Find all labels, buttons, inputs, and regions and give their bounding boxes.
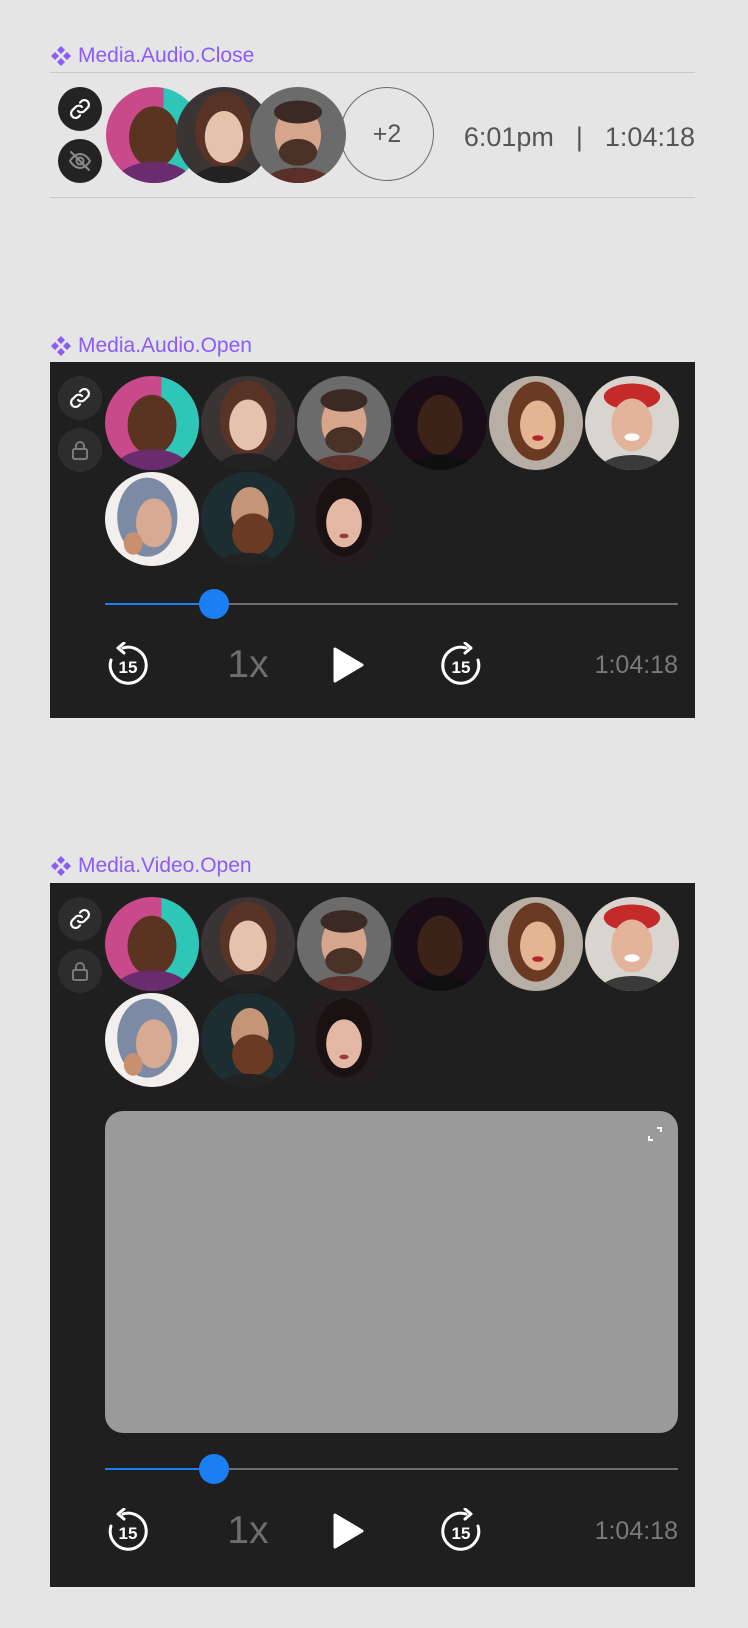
svg-text:15: 15: [119, 1524, 138, 1543]
rewind-15-button[interactable]: 15: [105, 1508, 151, 1554]
avatar[interactable]: [585, 376, 679, 470]
forward-15-icon: 15: [441, 1508, 481, 1551]
progress-thumb[interactable]: [198, 1454, 229, 1484]
avatar[interactable]: [393, 376, 487, 470]
playback-speed-button[interactable]: 1x: [222, 642, 274, 688]
media-audio-open-panel: 15 1x 15 1:04:18: [50, 362, 695, 718]
section-title-audio-close: Media.Audio.Close: [50, 43, 254, 69]
media-audio-close-bar: +2 6:01pm | 1:04:18: [50, 72, 695, 198]
avatar[interactable]: [297, 993, 391, 1087]
forward-15-button[interactable]: 15: [438, 642, 484, 688]
lock-icon: [72, 962, 88, 981]
avatar[interactable]: [201, 472, 295, 566]
media-video-open-panel: 15 1x 15 1:04:18: [50, 883, 695, 1587]
link-icon: [69, 387, 91, 409]
rewind-15-icon: 15: [108, 1508, 148, 1551]
more-count: +2: [372, 119, 402, 148]
play-icon: [333, 1513, 364, 1549]
copy-link-button[interactable]: [58, 87, 102, 131]
clock-time: 6:01pm: [463, 121, 554, 152]
avatar[interactable]: [250, 87, 346, 183]
avatar[interactable]: [489, 376, 583, 470]
speed-label: 1x: [227, 643, 269, 686]
link-icon: [69, 908, 91, 930]
section-title-text: Media.Audio.Close: [78, 44, 255, 67]
lock-button[interactable]: [58, 949, 102, 993]
section-title-text: Media.Audio.Open: [78, 334, 252, 357]
rewind-15-button[interactable]: 15: [105, 642, 151, 688]
section-title-video-open: Media.Video.Open: [50, 853, 252, 879]
copy-link-button[interactable]: [58, 376, 102, 420]
avatar[interactable]: [585, 897, 679, 991]
svg-text:15: 15: [452, 1524, 471, 1543]
avatar[interactable]: [201, 376, 295, 470]
playback-speed-button[interactable]: 1x: [222, 1508, 274, 1554]
rewind-15-icon: 15: [108, 642, 148, 685]
copy-link-button[interactable]: [58, 897, 102, 941]
expand-icon: [648, 1127, 662, 1141]
duration: 1:04:18: [594, 651, 678, 679]
component-icon: [50, 335, 72, 357]
duration: 1:04:18: [594, 1517, 678, 1545]
svg-text:15: 15: [452, 658, 471, 677]
avatar[interactable]: [297, 897, 391, 991]
avatar[interactable]: [105, 897, 199, 991]
speed-label: 1x: [227, 1509, 269, 1552]
svg-text:15: 15: [119, 658, 138, 677]
section-title-text: Media.Video.Open: [78, 854, 252, 877]
duration: 1:04:18: [604, 121, 695, 152]
progress-track[interactable]: [105, 589, 678, 619]
forward-15-button[interactable]: 15: [438, 1508, 484, 1554]
avatar[interactable]: [105, 993, 199, 1087]
play-icon: [333, 647, 364, 683]
progress-track[interactable]: [105, 1454, 678, 1484]
avatar[interactable]: [297, 376, 391, 470]
visibility-toggle-button[interactable]: [58, 139, 102, 183]
avatar[interactable]: [393, 897, 487, 991]
avatar[interactable]: [201, 897, 295, 991]
fullscreen-button[interactable]: [642, 1121, 668, 1147]
link-icon: [69, 98, 91, 120]
component-icon: [50, 855, 72, 877]
avatar[interactable]: [489, 897, 583, 991]
avatar[interactable]: [201, 993, 295, 1087]
progress-fill: [105, 1468, 214, 1470]
more-participants-badge[interactable]: +2: [340, 87, 434, 181]
lock-icon: [72, 441, 88, 460]
section-title-audio-open: Media.Audio.Open: [50, 333, 252, 359]
time-separator: |: [575, 121, 583, 152]
component-icon: [50, 45, 72, 67]
progress-fill: [105, 603, 214, 605]
forward-15-icon: 15: [441, 642, 481, 685]
time-readout: 6:01pm | 1:04:18: [464, 117, 695, 157]
progress-thumb[interactable]: [198, 589, 229, 619]
play-button[interactable]: [326, 643, 370, 687]
play-button[interactable]: [326, 1509, 370, 1553]
avatar[interactable]: [105, 472, 199, 566]
video-viewport[interactable]: [105, 1111, 678, 1433]
avatar[interactable]: [297, 472, 391, 566]
eye-off-icon: [68, 151, 92, 171]
avatar[interactable]: [105, 376, 199, 470]
lock-button[interactable]: [58, 428, 102, 472]
